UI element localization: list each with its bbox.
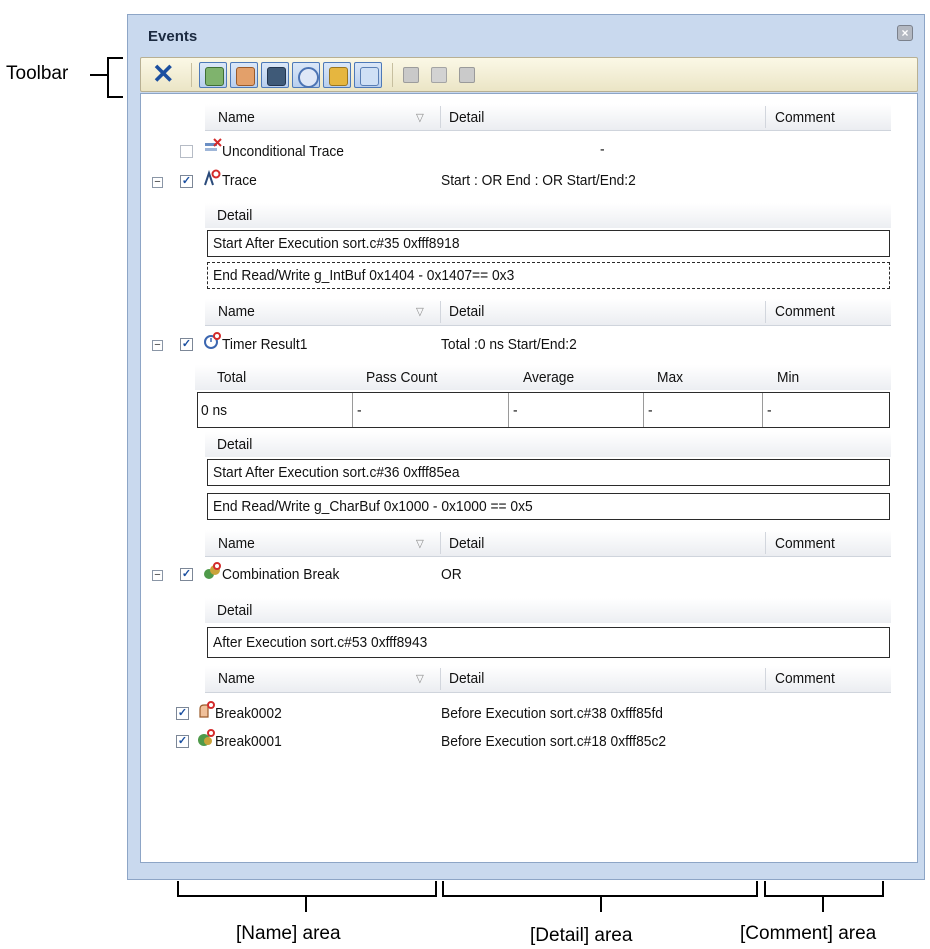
result-header: Total — [217, 369, 247, 386]
event-name: Break0001 — [215, 733, 282, 750]
trace-detail-header — [205, 203, 891, 228]
trace-event-icon — [203, 169, 221, 187]
event-detail: - — [600, 141, 605, 158]
sub-header-detail: Detail — [217, 207, 253, 224]
delete-icon[interactable]: ✕ — [152, 60, 175, 88]
header-name[interactable]: Name — [218, 535, 255, 552]
sort-icon[interactable]: ▽ — [416, 111, 424, 124]
sort-icon[interactable]: ▽ — [416, 305, 424, 318]
event-name: Timer Result1 — [222, 336, 308, 353]
result-header: Max — [657, 369, 684, 386]
copy-icon — [459, 67, 475, 83]
trace-icon[interactable] — [261, 62, 289, 88]
timer-checkbox[interactable]: ✓ — [180, 338, 193, 351]
event-detail: OR — [441, 566, 462, 583]
timer-result-row — [197, 392, 890, 428]
timer-event-icon — [203, 332, 221, 350]
detail-text: After Execution sort.c#53 0xfff8943 — [213, 634, 428, 651]
close-button[interactable]: × — [897, 25, 913, 41]
result-value: - — [513, 402, 518, 419]
move-icon — [431, 67, 447, 83]
event-name: Combination Break — [222, 566, 340, 583]
header-name[interactable]: Name — [218, 109, 255, 126]
collapse-icon[interactable]: − — [152, 340, 163, 351]
break0002-checkbox[interactable]: ✓ — [176, 707, 189, 720]
detail-text: End Read/Write g_CharBuf 0x1000 - 0x1000… — [213, 498, 533, 515]
collapse-icon[interactable]: − — [152, 570, 163, 581]
break0001-checkbox[interactable]: ✓ — [176, 735, 189, 748]
result-value: - — [767, 402, 772, 419]
result-value: - — [648, 402, 653, 419]
timer-detail-header — [205, 432, 891, 457]
collapse-icon[interactable]: − — [152, 177, 163, 188]
result-value: 0 ns — [201, 402, 228, 419]
header-comment[interactable]: Comment — [775, 535, 835, 552]
detail-text: Start After Execution sort.c#36 0xfff85e… — [213, 464, 460, 481]
header-name[interactable]: Name — [218, 670, 255, 687]
edit-icon — [403, 67, 419, 83]
event-detail: Total :0 ns Start/End:2 — [441, 336, 577, 353]
header-detail[interactable]: Detail — [449, 535, 484, 552]
header-detail[interactable]: Detail — [449, 109, 484, 126]
sub-header-detail: Detail — [217, 436, 253, 453]
unconditional-trace-icon — [204, 138, 222, 156]
software-break-icon[interactable] — [230, 62, 258, 88]
sort-icon[interactable]: ▽ — [416, 672, 424, 685]
header-detail[interactable]: Detail — [449, 303, 484, 320]
result-value: - — [357, 402, 362, 419]
combination-break-icon[interactable] — [323, 62, 351, 88]
trace-checkbox[interactable]: ✓ — [180, 175, 193, 188]
unconditional-trace-checkbox[interactable] — [180, 145, 193, 158]
hardware-break-icon[interactable] — [199, 62, 227, 88]
header-comment[interactable]: Comment — [775, 109, 835, 126]
header-detail[interactable]: Detail — [449, 670, 484, 687]
event-name: Unconditional Trace — [222, 143, 344, 160]
comment-area-callout: [Comment] area — [740, 923, 877, 944]
combination-break-event-icon — [203, 562, 221, 580]
event-name: Trace — [222, 172, 257, 189]
result-header: Average — [523, 369, 575, 386]
show-subitems-icon[interactable] — [354, 62, 382, 88]
sort-icon[interactable]: ▽ — [416, 537, 424, 550]
detail-text: End Read/Write g_IntBuf 0x1404 - 0x1407=… — [213, 267, 515, 284]
panel-title: Events — [148, 28, 198, 45]
timer-icon[interactable] — [292, 62, 320, 88]
event-detail: Start : OR End : OR Start/End:2 — [441, 172, 636, 189]
detail-text: Start After Execution sort.c#35 0xfff891… — [213, 235, 460, 252]
result-header: Min — [777, 369, 800, 386]
hardware-break-event-icon — [197, 729, 215, 747]
detail-area-callout: [Detail] area — [530, 925, 633, 946]
event-detail: Before Execution sort.c#18 0xfff85c2 — [441, 733, 667, 750]
name-area-callout: [Name] area — [236, 923, 341, 944]
toolbar-callout: Toolbar — [6, 63, 69, 84]
result-header: Pass Count — [366, 369, 438, 386]
event-name: Break0002 — [215, 705, 282, 722]
header-comment[interactable]: Comment — [775, 303, 835, 320]
combination-detail-header — [205, 598, 891, 623]
combination-break-checkbox[interactable]: ✓ — [180, 568, 193, 581]
header-name[interactable]: Name — [218, 303, 255, 320]
event-detail: Before Execution sort.c#38 0xfff85fd — [441, 705, 663, 722]
header-comment[interactable]: Comment — [775, 670, 835, 687]
sub-header-detail: Detail — [217, 602, 253, 619]
software-break-event-icon — [197, 701, 215, 719]
